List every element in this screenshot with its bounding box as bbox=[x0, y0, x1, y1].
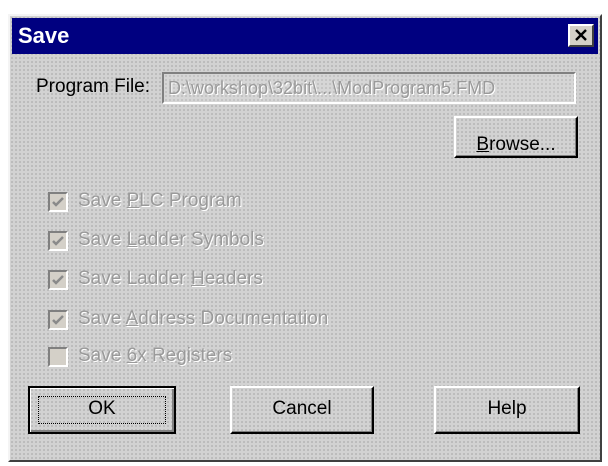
help-label: Help bbox=[487, 398, 527, 419]
save-ladder-symbols-checkbox[interactable] bbox=[48, 231, 68, 251]
dialog-title: Save bbox=[18, 23, 70, 48]
checkmark-icon bbox=[52, 197, 64, 207]
close-icon bbox=[575, 29, 587, 41]
save-plc-program-checkbox[interactable] bbox=[48, 192, 68, 212]
cancel-button[interactable]: Cancel bbox=[230, 386, 374, 434]
save-6x-registers-checkbox[interactable] bbox=[48, 347, 68, 367]
ok-button[interactable]: OK bbox=[28, 386, 176, 434]
browse-label-post: rowse... bbox=[489, 134, 556, 155]
close-button[interactable] bbox=[568, 24, 594, 47]
checkmark-icon bbox=[52, 315, 64, 325]
program-file-value: D:\workshop\32bit\...\ModProgram5.FMD bbox=[168, 78, 496, 98]
help-button[interactable]: Help bbox=[434, 386, 580, 434]
save-ladder-headers-label: Save Ladder Headers bbox=[78, 268, 263, 289]
save-address-documentation-checkbox[interactable] bbox=[48, 310, 68, 330]
save-ladder-symbols-label: Save Ladder Symbols bbox=[78, 229, 264, 250]
browse-label-key: B bbox=[476, 134, 490, 155]
title-bar[interactable]: Save bbox=[12, 18, 598, 54]
checkmark-icon bbox=[52, 236, 64, 246]
ok-label: OK bbox=[88, 398, 116, 419]
save-6x-registers-label: Save 6x Registers bbox=[78, 345, 233, 366]
browse-button[interactable]: Browse... bbox=[454, 116, 578, 158]
save-address-documentation-label: Save Address Documentation bbox=[78, 308, 329, 329]
program-file-field: D:\workshop\32bit\...\ModProgram5.FMD bbox=[162, 72, 576, 104]
checkmark-icon bbox=[52, 275, 64, 285]
save-plc-program-label: Save PLC Program bbox=[78, 190, 242, 211]
save-ladder-headers-checkbox[interactable] bbox=[48, 270, 68, 290]
program-file-label: Program File: bbox=[36, 76, 151, 97]
cancel-label: Cancel bbox=[272, 398, 332, 419]
